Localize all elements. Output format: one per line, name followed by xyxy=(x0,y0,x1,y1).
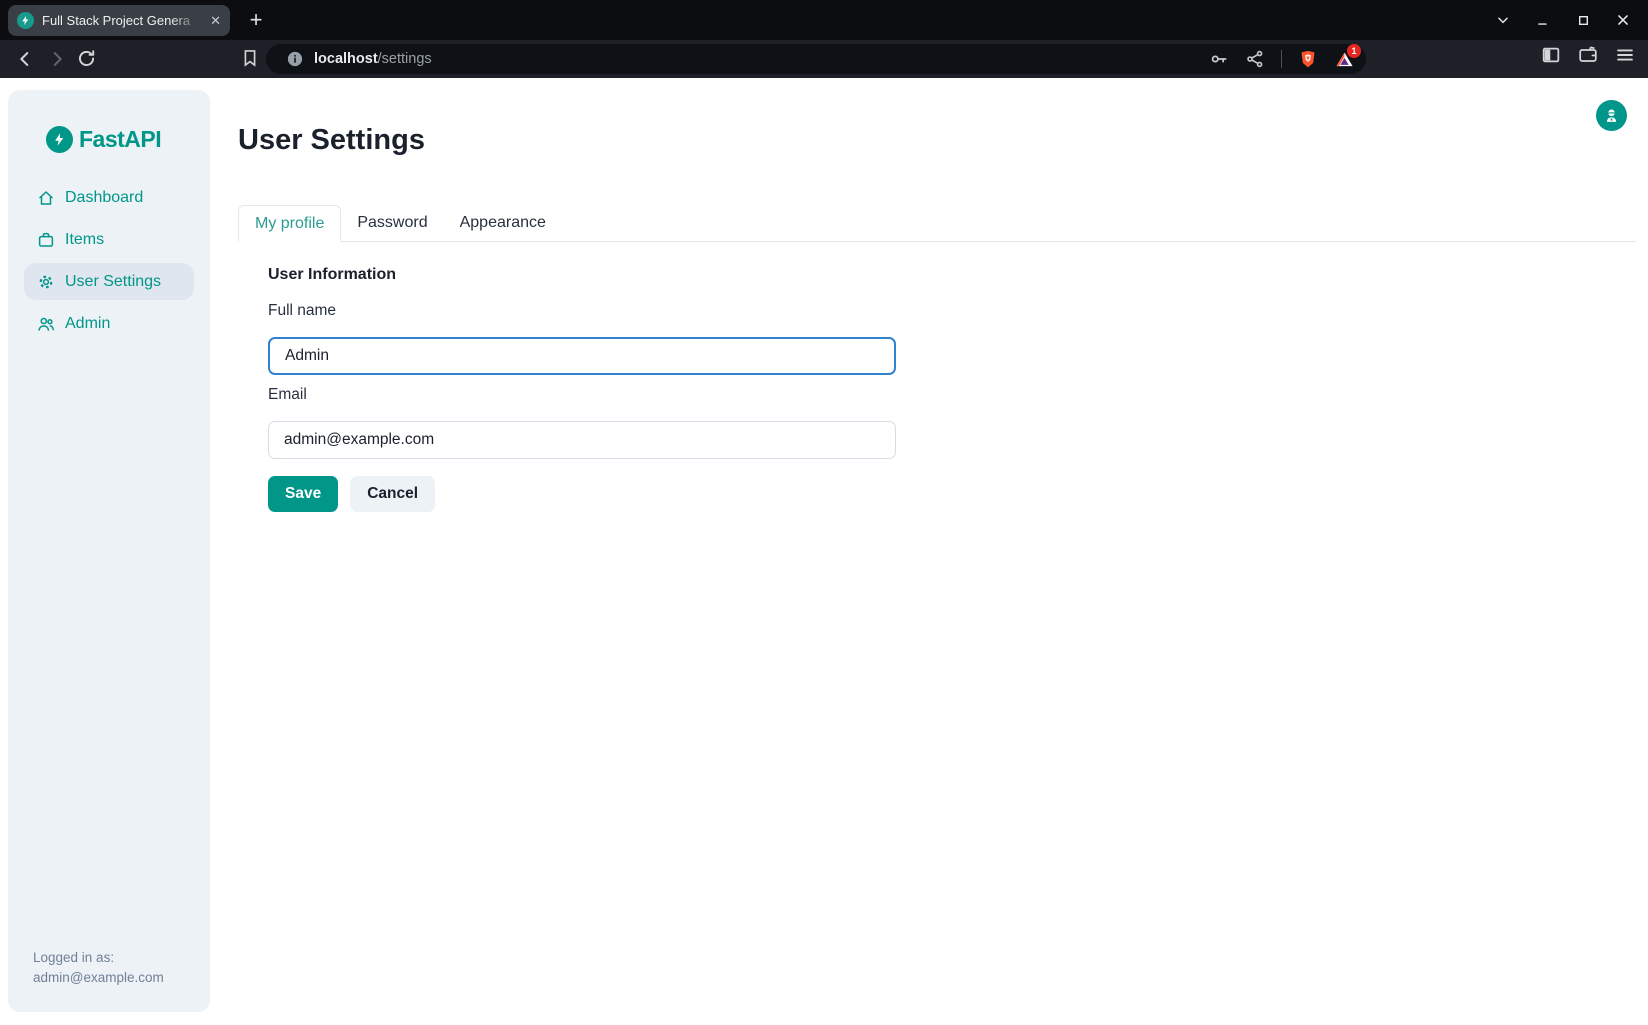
full-name-label: Full name xyxy=(268,302,336,320)
sidebar-item-dashboard[interactable]: Dashboard xyxy=(24,179,194,216)
forward-button[interactable] xyxy=(46,48,68,70)
briefcase-icon xyxy=(37,231,55,249)
sidebar-item-user-settings[interactable]: User Settings xyxy=(24,263,194,300)
new-tab-button[interactable]: + xyxy=(243,7,269,33)
user-avatar-icon xyxy=(1603,107,1620,124)
email-label: Email xyxy=(268,386,307,404)
tab-appearance[interactable]: Appearance xyxy=(444,205,562,241)
email-input[interactable] xyxy=(268,421,896,459)
cancel-button[interactable]: Cancel xyxy=(350,476,435,512)
maximize-button[interactable] xyxy=(1570,7,1596,33)
reload-button[interactable] xyxy=(76,48,98,70)
minimize-button[interactable] xyxy=(1530,7,1556,33)
sidebar-item-label: Admin xyxy=(65,315,110,333)
window-controls xyxy=(1490,0,1648,40)
key-icon[interactable] xyxy=(1209,49,1229,69)
url-host: localhost xyxy=(314,51,378,67)
address-bar[interactable]: localhost/settings 1 xyxy=(266,44,1366,74)
gear-icon xyxy=(37,273,55,291)
sidebar-item-label: Items xyxy=(65,231,104,249)
sidebar-item-admin[interactable]: Admin xyxy=(24,305,194,342)
brave-rewards-icon[interactable]: 1 xyxy=(1334,49,1354,69)
page-title: User Settings xyxy=(238,124,425,157)
sidebar: FastAPI Dashboard Items User Settings xyxy=(8,90,210,1012)
users-icon xyxy=(37,315,55,333)
brave-shield-icon[interactable] xyxy=(1298,49,1318,69)
tab-password[interactable]: Password xyxy=(341,205,443,241)
back-button[interactable] xyxy=(14,48,36,70)
sidebar-item-label: User Settings xyxy=(65,273,161,291)
wallet-icon[interactable] xyxy=(1577,44,1601,68)
toolbar-separator xyxy=(1281,50,1282,68)
tab-my-profile[interactable]: My profile xyxy=(238,205,341,242)
form-buttons: Save Cancel xyxy=(268,476,435,512)
sidebar-item-items[interactable]: Items xyxy=(24,221,194,258)
save-button[interactable]: Save xyxy=(268,476,338,512)
fastapi-bolt-icon xyxy=(46,126,73,153)
share-icon[interactable] xyxy=(1245,49,1265,69)
home-icon xyxy=(37,189,55,207)
browser-tab-bar: Full Stack Project Genera ✕ + xyxy=(0,0,1648,40)
fastapi-favicon-icon xyxy=(17,12,34,29)
fastapi-logo: FastAPI xyxy=(8,90,210,153)
site-info-icon[interactable] xyxy=(286,50,304,68)
logged-in-as: Logged in as: admin@example.com xyxy=(33,948,164,988)
browser-tab[interactable]: Full Stack Project Genera ✕ xyxy=(8,5,230,36)
app-page: FastAPI Dashboard Items User Settings xyxy=(0,78,1648,1025)
logged-in-as-label: Logged in as: xyxy=(33,948,164,968)
browser-tab-title: Full Stack Project Genera xyxy=(42,13,200,28)
full-name-input[interactable] xyxy=(268,337,896,375)
settings-tab-list: My profile Password Appearance xyxy=(238,205,1636,242)
sidebar-item-label: Dashboard xyxy=(65,189,143,207)
close-window-button[interactable] xyxy=(1610,7,1636,33)
menu-hamburger-icon[interactable] xyxy=(1614,44,1638,68)
tab-close-icon[interactable]: ✕ xyxy=(210,14,221,27)
user-menu-avatar-button[interactable] xyxy=(1596,100,1627,131)
url-path: /settings xyxy=(378,51,432,67)
bookmark-icon[interactable] xyxy=(240,48,262,70)
logo-text: FastAPI xyxy=(79,126,161,153)
sidebar-nav: Dashboard Items User Settings Admin xyxy=(8,179,210,342)
tab-search-chevron-icon[interactable] xyxy=(1490,7,1516,33)
sidebar-panel-icon[interactable] xyxy=(1540,44,1564,68)
toolbar-right-icons xyxy=(1540,44,1638,68)
logged-in-as-email: admin@example.com xyxy=(33,968,164,988)
rewards-badge: 1 xyxy=(1347,44,1361,58)
section-title: User Information xyxy=(268,266,396,284)
